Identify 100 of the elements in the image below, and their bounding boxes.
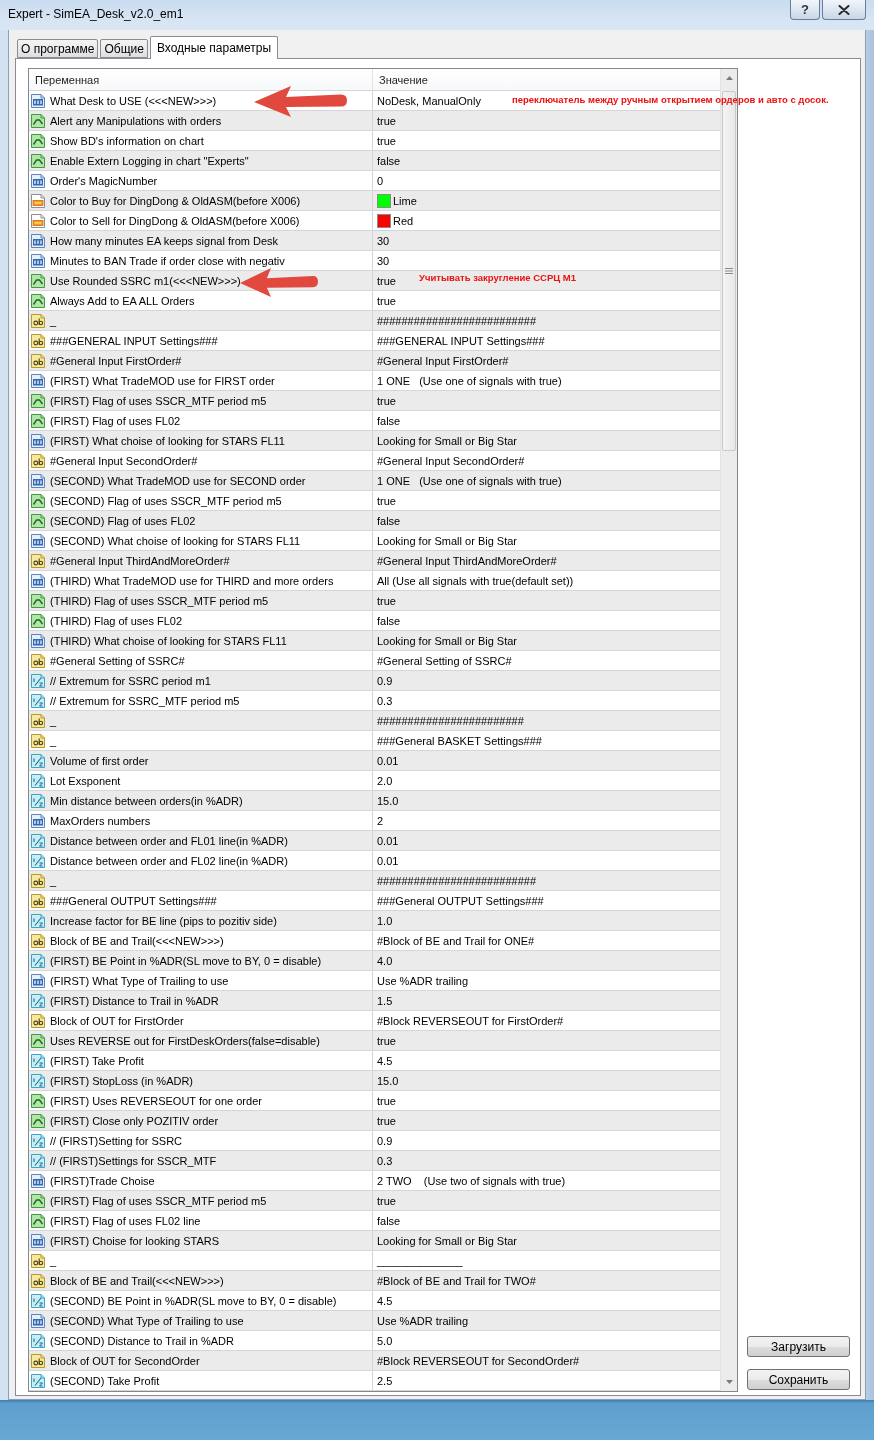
- table-row[interactable]: (SECOND) Take Profit 2.5: [29, 1371, 720, 1391]
- table-row[interactable]: (FIRST) Close only POZITIV order true: [29, 1111, 720, 1131]
- table-row[interactable]: (FIRST) What Type of Trailing to use Use %ADR trailing: [29, 971, 720, 991]
- tab[interactable]: Общие: [100, 39, 148, 58]
- parameter-value: true: [377, 1113, 396, 1128]
- variable-name: #General Input ThirdAndMoreOrder#: [50, 553, 230, 568]
- parameter-value: ########################: [377, 713, 524, 728]
- table-row[interactable]: // Extremum for SSRC period m1 0.9: [29, 671, 720, 691]
- table-row[interactable]: (FIRST) Flag of uses FL02 line false: [29, 1211, 720, 1231]
- close-button[interactable]: [822, 0, 866, 20]
- line-page-icon: [30, 512, 46, 529]
- table-row[interactable]: Show BD's information on chart true: [29, 131, 720, 151]
- fraction-page-icon: [30, 852, 46, 869]
- table-row[interactable]: #General Input FirstOrder# #General Input FirstOrder#: [29, 351, 720, 371]
- table-row[interactable]: Color to Buy for DingDong & OldASM(before X006) Lime: [29, 191, 720, 211]
- help-button[interactable]: ?: [790, 0, 820, 20]
- table-row[interactable]: Block of BE and Trail(<<<NEW>>>) #Block of BE and Trail for TWO#: [29, 1271, 720, 1291]
- annotation-note: Учитывать закругление ССРЦ М1: [419, 272, 576, 284]
- table-row[interactable]: Volume of first order 0.01: [29, 751, 720, 771]
- table-row[interactable]: (THIRD) Flag of uses SSCR_MTF period m5 true: [29, 591, 720, 611]
- table-row[interactable]: (FIRST)Trade Choise 2 TWO (Use two of signals with true): [29, 1171, 720, 1191]
- table-row[interactable]: MaxOrders numbers 2: [29, 811, 720, 831]
- table-row[interactable]: Alert any Manipulations with orders true: [29, 111, 720, 131]
- table-row[interactable]: Block of BE and Trail(<<<NEW>>>) #Block of BE and Trail for ONE#: [29, 931, 720, 951]
- variable-name: Uses REVERSE out for FirstDeskOrders(false=disable): [50, 1033, 320, 1048]
- number-page-icon: [30, 1172, 46, 1189]
- table-row[interactable]: (THIRD) What TradeMOD use for THIRD and more orders All (Use all signals with true(default set)): [29, 571, 720, 591]
- variable-name: (SECOND) What choise of looking for STARS FL11: [50, 533, 301, 548]
- table-row[interactable]: (SECOND) Flag of uses FL02 false: [29, 511, 720, 531]
- table-row[interactable]: Lot Exsponent 2.0: [29, 771, 720, 791]
- tab[interactable]: Входные параметры: [149, 36, 279, 59]
- table-row[interactable]: Distance between order and FL01 line(in %ADR) 0.01: [29, 831, 720, 851]
- table-row[interactable]: Always Add to EA ALL Orders true: [29, 291, 720, 311]
- table-row[interactable]: (THIRD) What choise of looking for STARS FL11 Looking for Small or Big Star: [29, 631, 720, 651]
- table-row[interactable]: ###General OUTPUT Settings### ###General OUTPUT Settings###: [29, 891, 720, 911]
- parameter-value: #General Setting of SSRC#: [377, 653, 512, 668]
- number-page-icon: [30, 632, 46, 649]
- table-row[interactable]: (FIRST) Flag of uses FL02 false: [29, 411, 720, 431]
- table-row[interactable]: (FIRST) BE Point in %ADR(SL move to BY, 0 = disable) 4.0: [29, 951, 720, 971]
- table-row[interactable]: (FIRST) What choise of looking for STARS FL11 Looking for Small or Big Star: [29, 431, 720, 451]
- table-row[interactable]: Minutes to BAN Trade if order close with negativ 30: [29, 251, 720, 271]
- table-row[interactable]: _ ______________: [29, 1251, 720, 1271]
- table-row[interactable]: _ ##########################: [29, 311, 720, 331]
- table-row[interactable]: (SECOND) What Type of Trailing to use Use %ADR trailing: [29, 1311, 720, 1331]
- table-row[interactable]: Block of OUT for SecondOrder #Block REVERSEOUT for SecondOrder#: [29, 1351, 720, 1371]
- variable-name: Block of BE and Trail(<<<NEW>>>): [50, 933, 224, 948]
- table-row[interactable]: _ ########################: [29, 711, 720, 731]
- dialog-button[interactable]: Загрузить: [747, 1336, 850, 1357]
- parameter-value: Looking for Small or Big Star: [377, 433, 517, 448]
- table-row[interactable]: Increase factor for BE line (pips to pozitiv side) 1.0: [29, 911, 720, 931]
- table-row[interactable]: (SECOND) Distance to Trail in %ADR 5.0: [29, 1331, 720, 1351]
- parameter-value: 0: [377, 173, 384, 188]
- table-row[interactable]: (FIRST) Take Profit 4.5: [29, 1051, 720, 1071]
- table-row[interactable]: (FIRST) Distance to Trail in %ADR 1.5: [29, 991, 720, 1011]
- fraction-page-icon: [30, 1332, 46, 1349]
- dialog-button[interactable]: Сохранить: [747, 1369, 850, 1390]
- table-row[interactable]: (FIRST) Choise for looking STARS Looking for Small or Big Star: [29, 1231, 720, 1251]
- table-row[interactable]: Distance between order and FL02 line(in %ADR) 0.01: [29, 851, 720, 871]
- variable-name: // (FIRST)Setting for SSRC: [50, 1133, 183, 1148]
- parameter-value: #Block REVERSEOUT for FirstOrder#: [377, 1013, 564, 1028]
- parameter-value: true: [377, 1193, 396, 1208]
- table-row[interactable]: (SECOND) What TradeMOD use for SECOND order 1 ONE (Use one of signals with true): [29, 471, 720, 491]
- table-row[interactable]: How many minutes EA keeps signal from Desk 30: [29, 231, 720, 251]
- grip-icon: [725, 268, 733, 274]
- table-row[interactable]: (FIRST) Flag of uses SSCR_MTF period m5 true: [29, 391, 720, 411]
- table-row[interactable]: (FIRST) Uses REVERSEOUT for one order true: [29, 1091, 720, 1111]
- line-page-icon: [30, 132, 46, 149]
- table-row[interactable]: Uses REVERSE out for FirstDeskOrders(false=disable) true: [29, 1031, 720, 1051]
- table-row[interactable]: Order's MagicNumber 0: [29, 171, 720, 191]
- fraction-page-icon: [30, 1152, 46, 1169]
- text-page-icon: [30, 652, 46, 669]
- table-row[interactable]: _ ###General BASKET Settings###: [29, 731, 720, 751]
- variable-name: What Desk to USE (<<<NEW>>>): [50, 93, 217, 108]
- table-row[interactable]: Min distance between orders(in %ADR) 15.0: [29, 791, 720, 811]
- table-row[interactable]: // Extremum for SSRC_MTF period m5 0.3: [29, 691, 720, 711]
- tab[interactable]: О программе: [17, 39, 99, 58]
- table-row[interactable]: (FIRST) StopLoss (in %ADR) 15.0: [29, 1071, 720, 1091]
- parameter-value: 1 ONE (Use one of signals with true): [377, 373, 562, 388]
- fraction-page-icon: [30, 672, 46, 689]
- table-row[interactable]: // (FIRST)Setting for SSRC 0.9: [29, 1131, 720, 1151]
- line-page-icon: [30, 412, 46, 429]
- table-row[interactable]: (SECOND) Flag of uses SSCR_MTF period m5 true: [29, 491, 720, 511]
- table-row[interactable]: #General Input SecondOrder# #General Input SecondOrder#: [29, 451, 720, 471]
- parameter-value: Use %ADR trailing: [377, 1313, 469, 1328]
- table-row[interactable]: (FIRST) Flag of uses SSCR_MTF period m5 true: [29, 1191, 720, 1211]
- table-row[interactable]: Use Rounded SSRC m1(<<<NEW>>>) true Учитывать закругление ССРЦ М1: [29, 271, 720, 291]
- table-row[interactable]: Enable Extern Logging in chart "Experts" false: [29, 151, 720, 171]
- parameter-value: #Block of BE and Trail for TWO#: [377, 1273, 536, 1288]
- table-row[interactable]: // (FIRST)Settings for SSCR_MTF 0.3: [29, 1151, 720, 1171]
- table-row[interactable]: (SECOND) BE Point in %ADR(SL move to BY, 0 = disable) 4.5: [29, 1291, 720, 1311]
- table-row[interactable]: _ ##########################: [29, 871, 720, 891]
- table-row[interactable]: Block of OUT for FirstOrder #Block REVERSEOUT for FirstOrder#: [29, 1011, 720, 1031]
- table-row[interactable]: ###GENERAL INPUT Settings### ###GENERAL INPUT Settings###: [29, 331, 720, 351]
- table-row[interactable]: (SECOND) What choise of looking for STARS FL11 Looking for Small or Big Star: [29, 531, 720, 551]
- table-row[interactable]: Color to Sell for DingDong & OldASM(before X006) Red: [29, 211, 720, 231]
- table-row[interactable]: #General Setting of SSRC# #General Setting of SSRC#: [29, 651, 720, 671]
- table-row[interactable]: (THIRD) Flag of uses FL02 false: [29, 611, 720, 631]
- table-row[interactable]: (FIRST) What TradeMOD use for FIRST order 1 ONE (Use one of signals with true): [29, 371, 720, 391]
- table-row[interactable]: #General Input ThirdAndMoreOrder# #General Input ThirdAndMoreOrder#: [29, 551, 720, 571]
- table-row[interactable]: What Desk to USE (<<<NEW>>>) NoDesk, ManualOnly переключатель между ручным открытием ордеров и авто с досок.: [29, 91, 830, 111]
